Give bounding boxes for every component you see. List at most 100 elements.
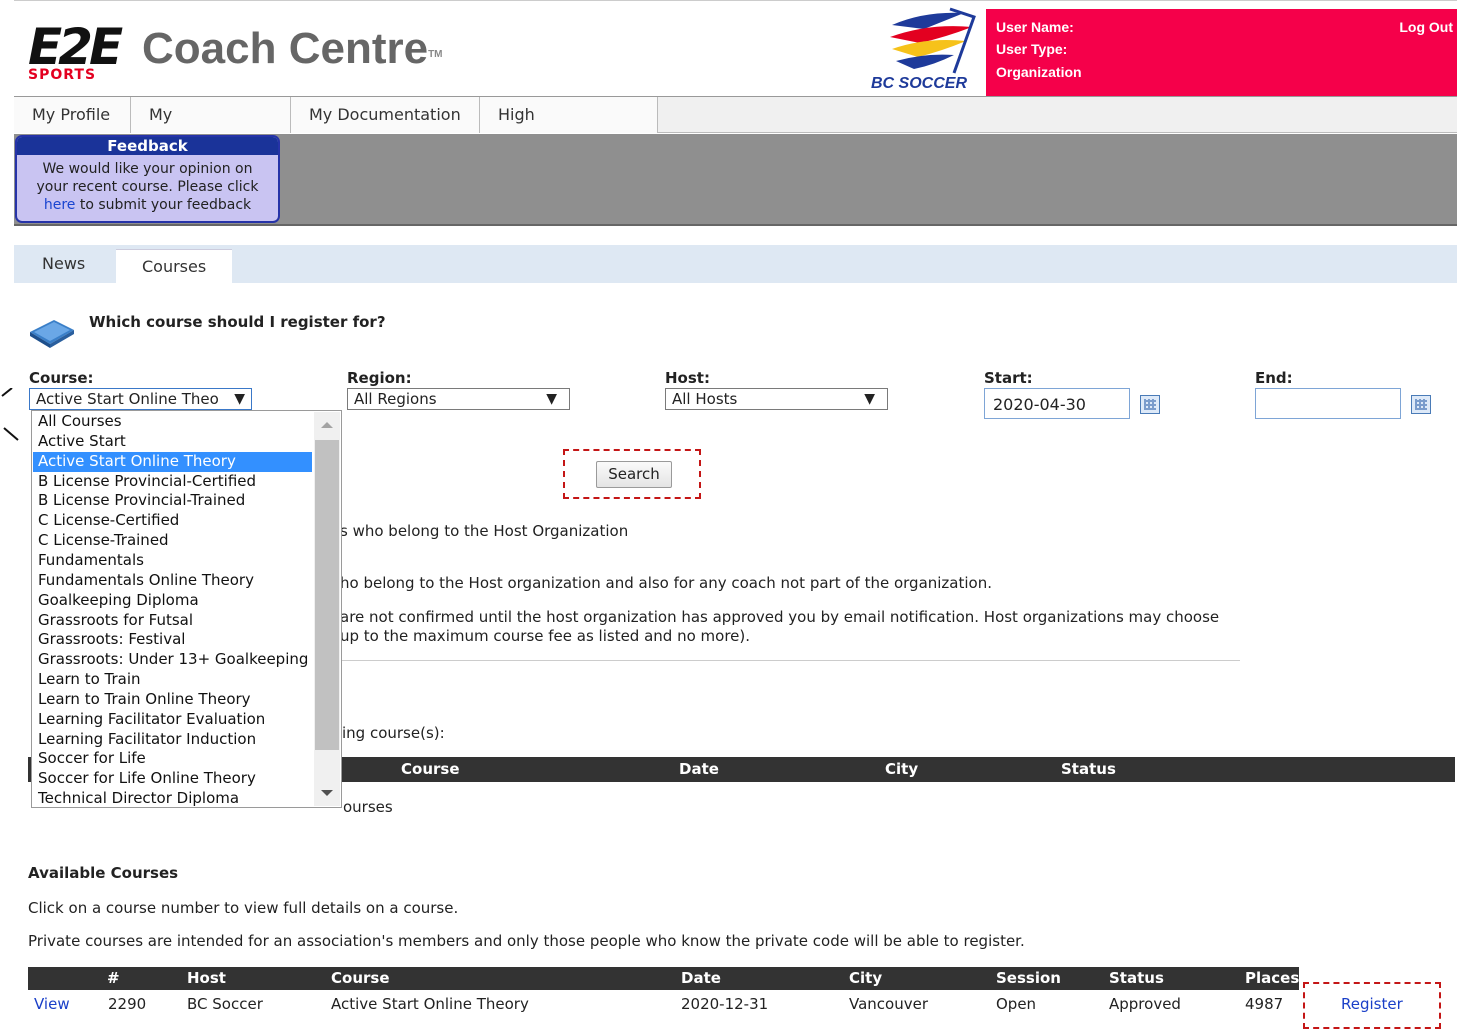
info-line-2: ho belong to the Host organization and a… <box>340 574 993 592</box>
dropdown-scrollbar[interactable] <box>314 412 340 806</box>
av-col-host: Host <box>187 969 226 987</box>
course-option[interactable]: B License Provincial-Trained <box>33 491 313 511</box>
feedback-panel: Feedback We would like your opinion on y… <box>15 135 280 223</box>
nav-my-certification[interactable]: My Certification <box>131 97 291 160</box>
course-option[interactable]: Goalkeeping Diploma <box>33 591 313 611</box>
feedback-line3-rest: to submit your feedback <box>75 197 252 213</box>
bc-soccer-logo: BC SOCCER <box>854 7 984 95</box>
user-name-label: User Name: <box>996 19 1074 35</box>
tab-courses[interactable]: Courses <box>116 249 233 283</box>
view-link[interactable]: View <box>34 995 70 1013</box>
info-line-3: are not confirmed until the host organiz… <box>340 608 1220 626</box>
app-title: Coach CentreTM <box>142 23 443 75</box>
course-option[interactable]: Learning Facilitator Induction <box>33 730 313 750</box>
course-option[interactable]: Technical Director Diploma <box>33 789 313 809</box>
row-date: 2020-12-31 <box>681 995 769 1013</box>
tab-bar: News Courses <box>14 245 1457 283</box>
feedback-link[interactable]: here <box>44 197 76 213</box>
chevron-down-icon: ▼ <box>864 391 875 407</box>
reg-col-course: Course <box>401 760 460 778</box>
course-select[interactable]: Active Start Online Theo ▼ <box>29 388 252 410</box>
course-option[interactable]: Learn to Train <box>33 670 313 690</box>
scroll-up-icon[interactable] <box>321 422 333 428</box>
chevron-down-icon: ▼ <box>234 391 245 407</box>
start-label: Start: <box>984 369 1033 387</box>
available-table-header: # Host Course Date City Session Status P… <box>28 967 1299 990</box>
app-title-text: Coach Centre <box>142 24 429 73</box>
nav-my-documentation[interactable]: My Documentation <box>291 97 480 133</box>
row-course: Active Start Online Theory <box>331 995 529 1013</box>
divider <box>340 660 1240 661</box>
row-city: Vancouver <box>849 995 928 1013</box>
course-question[interactable]: Which course should I register for? <box>89 313 386 331</box>
course-option[interactable]: B License Provincial-Certified <box>33 472 313 492</box>
search-button[interactable]: Search <box>596 461 672 488</box>
register-highlight <box>1303 982 1441 1029</box>
available-note-1: Click on a course number to view full de… <box>28 899 459 917</box>
trademark: TM <box>428 49 443 60</box>
end-label: End: <box>1255 369 1293 387</box>
start-date-input[interactable]: 2020-04-30 <box>984 388 1130 419</box>
host-select[interactable]: All Hosts ▼ <box>665 388 888 410</box>
nav-high-performance[interactable]: High Performance <box>480 97 658 160</box>
registered-intro: ing course(s): <box>342 724 445 742</box>
course-option[interactable]: Soccer for Life Online Theory <box>33 769 313 789</box>
chevron-down-icon: ▼ <box>546 391 557 407</box>
course-option[interactable]: Active Start Online Theory <box>33 451 312 472</box>
region-label: Region: <box>347 369 412 387</box>
av-col-session: Session <box>996 969 1061 987</box>
course-option[interactable]: Grassroots for Futsal <box>33 611 313 631</box>
course-label: Course: <box>29 369 94 387</box>
course-option[interactable]: Active Start <box>33 432 313 452</box>
region-select-value: All Regions <box>354 390 437 408</box>
user-type-label: User Type: <box>996 41 1068 57</box>
e2e-sports-logo: E2E SPORTS <box>28 21 140 83</box>
row-number[interactable]: 2290 <box>108 995 146 1013</box>
course-option[interactable]: Fundamentals <box>33 551 313 571</box>
region-select[interactable]: All Regions ▼ <box>347 388 570 410</box>
course-dropdown-list[interactable]: All Courses Active Start Active Start Onli… <box>31 410 342 808</box>
course-option[interactable]: Soccer for Life <box>33 749 313 769</box>
course-option[interactable]: All Courses <box>33 412 313 432</box>
organization-label: Organization <box>996 64 1082 80</box>
bc-soccer-emblem-icon <box>890 7 976 74</box>
av-col-course: Course <box>331 969 390 987</box>
tab-news[interactable]: News <box>16 245 111 283</box>
scroll-thumb[interactable] <box>315 440 339 750</box>
not-registered-text: ourses <box>343 798 393 816</box>
logout-link[interactable]: Log Out <box>1399 19 1453 35</box>
info-line-4: up to the maximum course fee as listed a… <box>340 627 751 645</box>
row-places: 4987 <box>1245 995 1284 1013</box>
available-courses-title: Available Courses <box>28 864 179 882</box>
main-nav: My Profile My Certification My Documenta… <box>14 96 1457 160</box>
available-note-2: Private courses are intended for an asso… <box>28 932 1025 950</box>
av-col-places: Places <box>1245 969 1300 987</box>
row-session: Open <box>996 995 1037 1013</box>
av-col-status: Status <box>1109 969 1164 987</box>
row-host: BC Soccer <box>187 995 263 1013</box>
feedback-band: Feedback We would like your opinion on y… <box>14 134 1457 226</box>
book-icon <box>30 320 74 348</box>
course-option[interactable]: Fundamentals Online Theory <box>33 571 313 591</box>
logo-text: E2E <box>28 18 123 76</box>
course-option[interactable]: Learning Facilitator Evaluation <box>33 710 313 730</box>
nav-my-profile[interactable]: My Profile <box>14 97 131 133</box>
row-status: Approved <box>1109 995 1181 1013</box>
info-line-1: s who belong to the Host Organization <box>340 522 629 540</box>
calendar-icon[interactable] <box>1411 395 1431 414</box>
course-option[interactable]: Grassroots: Festival <box>33 630 313 650</box>
feedback-body: We would like your opinion on your recen… <box>17 155 278 214</box>
logo-subtext: SPORTS <box>28 67 97 83</box>
course-select-value: Active Start Online Theo <box>36 390 219 408</box>
feedback-title: Feedback <box>17 137 278 155</box>
feedback-line2: your recent course. Please click <box>36 179 259 195</box>
cursor-mark-icon <box>1 388 19 441</box>
course-option[interactable]: C License-Trained <box>33 531 313 551</box>
course-option[interactable]: C License-Certified <box>33 511 313 531</box>
end-date-input[interactable] <box>1255 388 1401 419</box>
host-label: Host: <box>665 369 710 387</box>
course-option[interactable]: Grassroots: Under 13+ Goalkeeping <box>33 650 313 670</box>
calendar-icon[interactable] <box>1140 395 1160 414</box>
scroll-down-icon[interactable] <box>321 790 333 796</box>
course-option[interactable]: Learn to Train Online Theory <box>33 690 313 710</box>
